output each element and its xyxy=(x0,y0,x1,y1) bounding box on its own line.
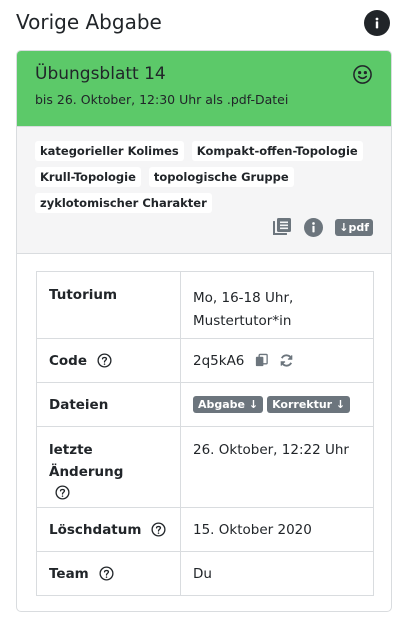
tag[interactable]: Krull-Topologie xyxy=(35,167,141,187)
table-row: Tutorium Mo, 16-18 Uhr, Mustertutor*in xyxy=(36,271,374,339)
list-icon[interactable] xyxy=(272,217,292,237)
tag[interactable]: Kompakt-offen-Topologie xyxy=(191,141,363,161)
dateien-value-cell: Abgabe ↓ Korrektur ↓ xyxy=(180,382,374,427)
tags-area: kategorieller Kolimes Kompakt-offen-Topo… xyxy=(17,126,391,254)
table-row: Löschdatum 15. Oktober 2020 xyxy=(36,507,374,552)
korrektur-download-button[interactable]: Korrektur ↓ xyxy=(267,396,351,413)
sheet-actions: ↓pdf xyxy=(272,217,373,237)
tag[interactable]: zyklotomischer Charakter xyxy=(35,193,212,213)
tag[interactable]: kategorieller Kolimes xyxy=(35,141,184,161)
smiley-icon xyxy=(353,65,372,84)
tag[interactable]: topologische Gruppe xyxy=(148,167,294,187)
dateien-label: Dateien xyxy=(36,382,181,427)
submission-card: Übungsblatt 14 bis 26. Oktober, 12:30 Uh… xyxy=(16,50,392,612)
code-value[interactable]: 2q5kA6 xyxy=(193,353,244,369)
page-title: Vorige Abgabe xyxy=(16,10,162,34)
code-label: Code xyxy=(49,352,88,369)
info-circle-icon[interactable] xyxy=(304,217,324,237)
team-label: Team xyxy=(49,565,89,582)
info-icon[interactable] xyxy=(364,10,390,36)
question-circle-icon[interactable] xyxy=(97,353,112,368)
card-header: Übungsblatt 14 bis 26. Oktober, 12:30 Uh… xyxy=(17,51,391,126)
details-table: Tutorium Mo, 16-18 Uhr, Mustertutor*in C… xyxy=(36,271,374,596)
question-circle-icon[interactable] xyxy=(151,522,166,537)
aenderung-label: letzte Änderung xyxy=(49,442,124,480)
team-label-cell: Team xyxy=(36,551,181,596)
refresh-icon[interactable] xyxy=(279,353,294,368)
loeschdatum-value: 15. Oktober 2020 xyxy=(180,507,374,552)
table-row: letzte Änderung 26. Oktober, 12:22 Uhr xyxy=(36,426,374,508)
aenderung-label-cell: letzte Änderung xyxy=(36,426,181,508)
tutorium-label: Tutorium xyxy=(36,271,181,339)
question-circle-icon[interactable] xyxy=(99,566,114,581)
pdf-download-badge[interactable]: ↓pdf xyxy=(335,218,373,236)
table-row: Code 2q5kA6 xyxy=(36,338,374,383)
team-value: Du xyxy=(180,551,374,596)
loeschdatum-label: Löschdatum xyxy=(49,521,142,538)
code-value-cell: 2q5kA6 xyxy=(180,338,374,383)
aenderung-value: 26. Oktober, 12:22 Uhr xyxy=(180,426,374,508)
tutorium-tutor: Mustertutor*in xyxy=(193,313,292,329)
table-row: Team Du xyxy=(36,551,374,596)
tutorium-time: Mo, 16-18 Uhr, xyxy=(193,290,294,306)
tutorium-value: Mo, 16-18 Uhr, Mustertutor*in xyxy=(180,271,374,339)
code-label-cell: Code xyxy=(36,338,181,383)
abgabe-download-button[interactable]: Abgabe ↓ xyxy=(193,396,264,413)
question-circle-icon[interactable] xyxy=(55,485,70,500)
table-row: Dateien Abgabe ↓ Korrektur ↓ xyxy=(36,382,374,427)
copy-icon[interactable] xyxy=(254,353,269,368)
deadline-text: bis 26. Oktober, 12:30 Uhr als .pdf-Date… xyxy=(35,92,289,107)
sheet-title: Übungsblatt 14 xyxy=(35,64,166,84)
loeschdatum-label-cell: Löschdatum xyxy=(36,507,181,552)
